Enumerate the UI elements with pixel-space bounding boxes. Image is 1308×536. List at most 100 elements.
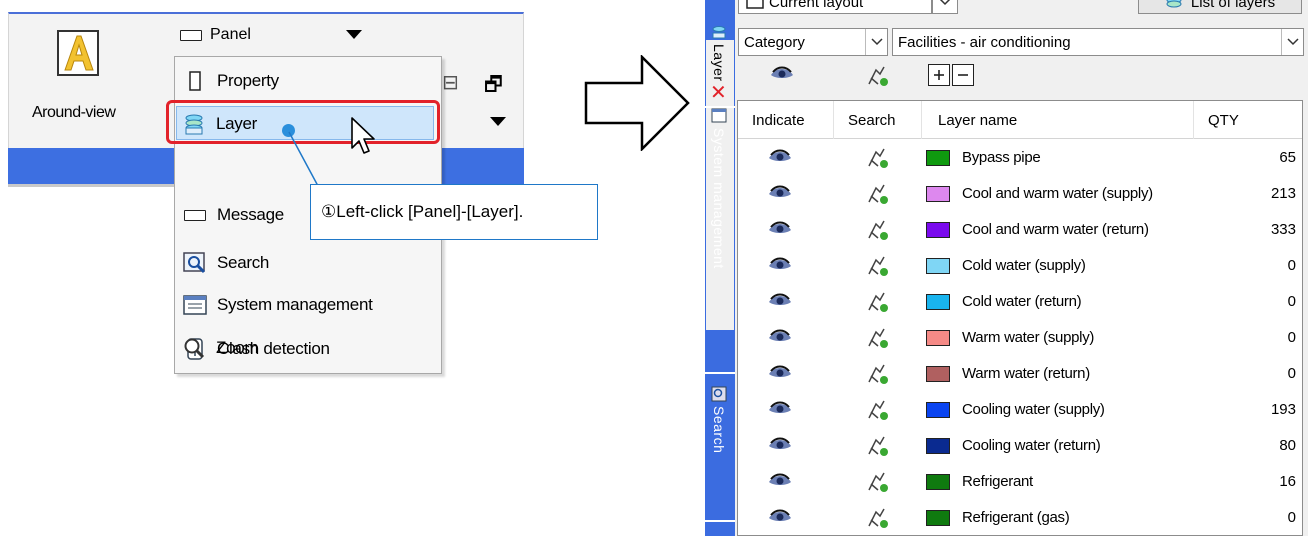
filter-type-select[interactable]: Category — [738, 28, 888, 56]
panel-label: Panel — [210, 26, 251, 43]
layer-color-swatch[interactable] — [926, 221, 950, 238]
eye-icon[interactable] — [770, 66, 794, 84]
menu-item-zoom[interactable]: Zoom — [174, 328, 440, 368]
search-filter-icon[interactable] — [866, 470, 890, 494]
layer-name: Refrigerant (gas) — [962, 509, 1070, 526]
current-layout-select[interactable]: Current layout — [738, 0, 932, 14]
layer-color-swatch[interactable] — [926, 437, 950, 454]
menu-item-label: System management — [217, 295, 373, 314]
menu-item-label: Message — [217, 205, 284, 224]
layer-qty: 0 — [1287, 365, 1296, 382]
list-of-layers-button[interactable]: List of layers — [1138, 0, 1302, 14]
panel-button[interactable]: Panel — [180, 26, 251, 44]
table-row[interactable]: Cold water (supply) 0 — [738, 249, 1302, 282]
layer-color-swatch[interactable] — [926, 329, 950, 346]
system-management-icon — [183, 293, 207, 317]
layer-list-icon — [1166, 0, 1182, 8]
layer-tab-icon — [712, 26, 726, 39]
search-filter-icon[interactable] — [866, 182, 890, 206]
column-header-qty[interactable]: QTY — [1194, 101, 1302, 139]
menu-item-label: Search — [217, 253, 270, 272]
expand-all-button[interactable] — [928, 64, 950, 86]
chevron-down-icon — [939, 0, 951, 6]
table-row[interactable]: Bypass pipe 65 — [738, 141, 1302, 174]
search-filter-icon[interactable] — [866, 254, 890, 278]
eye-icon[interactable] — [768, 509, 792, 527]
layer-qty: 16 — [1279, 473, 1296, 490]
search-filter-icon[interactable] — [866, 218, 890, 242]
collapse-all-button[interactable] — [952, 64, 974, 86]
table-row[interactable]: Warm water (return) 0 — [738, 357, 1302, 390]
layer-name: Cold water (return) — [962, 293, 1082, 310]
eye-icon[interactable] — [768, 473, 792, 491]
callout-leader-line — [288, 131, 319, 187]
panel-dropdown-arrow[interactable] — [346, 30, 362, 39]
layer-name: Warm water (return) — [962, 365, 1090, 382]
search-filter-icon[interactable] — [866, 506, 890, 530]
layer-qty: 0 — [1287, 293, 1296, 310]
layout-icon — [746, 0, 764, 9]
search-filter-icon[interactable] — [866, 362, 890, 386]
table-row[interactable]: Refrigerant 16 — [738, 465, 1302, 498]
search-filter-icon[interactable] — [866, 434, 890, 458]
search-filter-icon[interactable] — [866, 146, 890, 170]
table-row[interactable]: Cooling water (return) 80 — [738, 429, 1302, 462]
column-header-indicate[interactable]: Indicate — [738, 101, 834, 139]
ribbon-dropdown-arrow[interactable] — [490, 117, 506, 126]
current-layout-dropdown[interactable] — [932, 0, 958, 14]
chevron-down-icon — [1281, 29, 1303, 55]
layer-color-swatch[interactable] — [926, 365, 950, 382]
right-arrow-icon — [584, 55, 690, 151]
minus-icon — [958, 74, 968, 76]
around-view-icon[interactable] — [57, 30, 99, 76]
table-row[interactable]: Warm water (supply) 0 — [738, 321, 1302, 354]
search-tab-icon — [711, 386, 727, 402]
eye-icon[interactable] — [768, 329, 792, 347]
layer-color-swatch[interactable] — [926, 293, 950, 310]
eye-icon[interactable] — [768, 293, 792, 311]
layer-qty: 213 — [1270, 185, 1296, 202]
search-filter-icon[interactable] — [866, 398, 890, 422]
search-filter-icon[interactable] — [866, 326, 890, 350]
side-tab-system-management[interactable]: System management — [711, 128, 727, 269]
layer-color-swatch[interactable] — [926, 149, 950, 166]
eye-icon[interactable] — [768, 221, 792, 239]
table-row[interactable]: Refrigerant (gas) 0 — [738, 501, 1302, 534]
layer-color-swatch[interactable] — [926, 185, 950, 202]
current-layout-label: Current layout — [769, 0, 864, 11]
table-row[interactable]: Cooling water (supply) 193 — [738, 393, 1302, 426]
eye-icon[interactable] — [768, 401, 792, 419]
menu-item-property[interactable]: Property — [175, 61, 441, 101]
menu-item-label: Property — [217, 71, 279, 90]
layer-name: Cooling water (supply) — [962, 401, 1105, 418]
column-header-layer-name[interactable]: Layer name — [922, 101, 1194, 139]
layer-color-swatch[interactable] — [926, 401, 950, 418]
eye-icon[interactable] — [768, 257, 792, 275]
column-header-search[interactable]: Search — [834, 101, 922, 139]
panel-icon — [180, 29, 202, 41]
around-view-label[interactable]: Around-view — [32, 104, 116, 122]
close-icon[interactable]: ✕ — [710, 80, 727, 105]
layer-name: Cool and warm water (return) — [962, 221, 1149, 238]
side-tab-layer-label[interactable]: Layer — [711, 44, 727, 82]
layer-color-swatch[interactable] — [926, 257, 950, 274]
menu-item-system-management[interactable]: System management — [175, 285, 441, 325]
restore-window-icon[interactable]: 🗗 — [484, 70, 503, 104]
table-row[interactable]: Cool and warm water (return) 333 — [738, 213, 1302, 246]
eye-icon[interactable] — [768, 365, 792, 383]
layer-color-swatch[interactable] — [926, 473, 950, 490]
search-filter-icon[interactable] — [866, 290, 890, 314]
filter-value-select[interactable]: Facilities - air conditioning — [892, 28, 1304, 56]
grid-icon[interactable]: ⊟ — [442, 70, 459, 95]
menu-item-search[interactable]: Search — [175, 243, 441, 283]
message-icon — [183, 203, 207, 227]
layer-color-swatch[interactable] — [926, 509, 950, 526]
table-row[interactable]: Cool and warm water (supply) 213 — [738, 177, 1302, 210]
eye-icon[interactable] — [768, 185, 792, 203]
layer-name: Warm water (supply) — [962, 329, 1095, 346]
search-filter-icon[interactable] — [866, 64, 890, 88]
eye-icon[interactable] — [768, 149, 792, 167]
side-tab-search[interactable]: Search — [711, 406, 727, 453]
eye-icon[interactable] — [768, 437, 792, 455]
table-row[interactable]: Cold water (return) 0 — [738, 285, 1302, 318]
